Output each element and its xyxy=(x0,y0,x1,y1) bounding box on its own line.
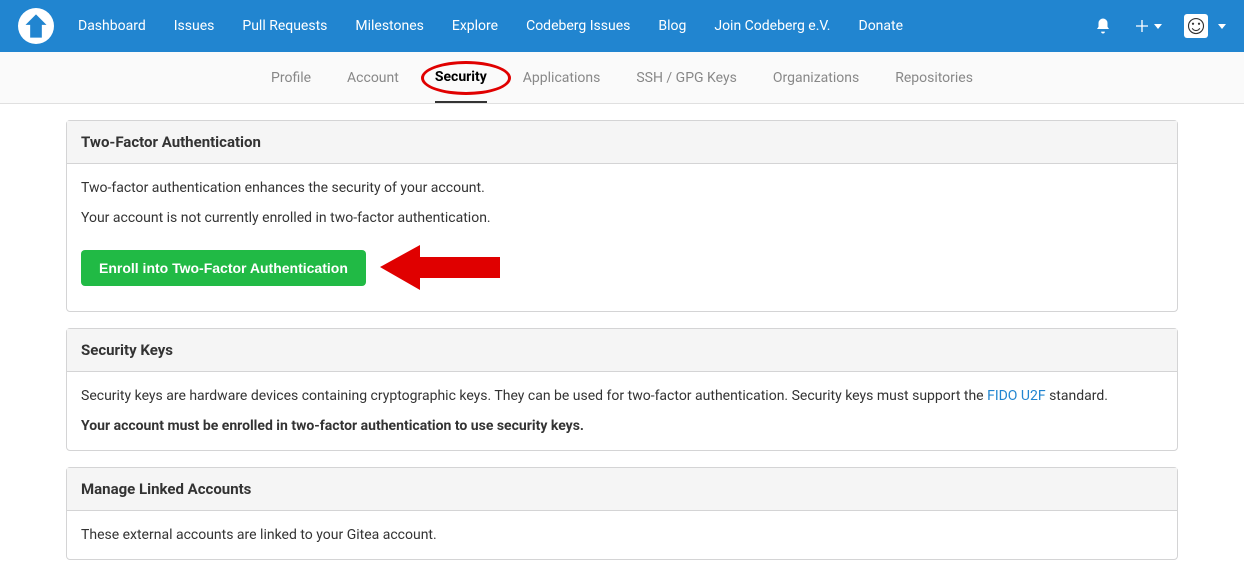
nav-donate[interactable]: Donate xyxy=(859,18,904,34)
nav-codeberg-issues[interactable]: Codeberg Issues xyxy=(526,18,630,34)
nav-dashboard[interactable]: Dashboard xyxy=(78,18,146,34)
panel-linked-accounts: Manage Linked Accounts These external ac… xyxy=(66,467,1178,560)
enroll-2fa-button[interactable]: Enroll into Two-Factor Authentication xyxy=(81,250,366,286)
keys-desc-before: Security keys are hardware devices conta… xyxy=(81,388,987,404)
panel-security-keys: Security Keys Security keys are hardware… xyxy=(66,328,1178,451)
panel-header: Manage Linked Accounts xyxy=(67,468,1177,511)
tab-profile[interactable]: Profile xyxy=(271,54,311,102)
panel-header: Security Keys xyxy=(67,329,1177,372)
panel-two-factor: Two-Factor Authentication Two-factor aut… xyxy=(66,120,1178,312)
nav-explore[interactable]: Explore xyxy=(452,18,498,34)
user-menu[interactable] xyxy=(1184,14,1226,38)
avatar xyxy=(1184,14,1208,38)
tabs-bar: Profile Account Security Applications SS… xyxy=(0,52,1244,104)
nav-issues[interactable]: Issues xyxy=(174,18,215,34)
arrow-annotation xyxy=(380,240,500,295)
panel-body: These external accounts are linked to yo… xyxy=(67,511,1177,559)
tab-organizations[interactable]: Organizations xyxy=(773,54,859,102)
nav-items: Dashboard Issues Pull Requests Milestone… xyxy=(78,18,903,34)
tab-security[interactable]: Security xyxy=(435,53,487,103)
twofa-desc-2: Your account is not currently enrolled i… xyxy=(81,210,1163,226)
twofa-desc-1: Two-factor authentication enhances the s… xyxy=(81,180,1163,196)
linked-desc: These external accounts are linked to yo… xyxy=(81,527,1163,543)
panel-body: Two-factor authentication enhances the s… xyxy=(67,164,1177,311)
caret-down-icon xyxy=(1154,24,1162,29)
tab-ssh-gpg[interactable]: SSH / GPG Keys xyxy=(636,54,737,102)
top-nav: Dashboard Issues Pull Requests Milestone… xyxy=(0,0,1244,52)
logo[interactable] xyxy=(18,8,54,44)
nav-blog[interactable]: Blog xyxy=(658,18,686,34)
caret-down-icon xyxy=(1218,24,1226,29)
content: Two-Factor Authentication Two-factor aut… xyxy=(58,120,1186,560)
nav-pull-requests[interactable]: Pull Requests xyxy=(242,18,327,34)
bell-icon[interactable] xyxy=(1094,17,1112,35)
nav-right xyxy=(1094,14,1226,38)
fido-u2f-link[interactable]: FIDO U2F xyxy=(987,388,1046,404)
nav-milestones[interactable]: Milestones xyxy=(355,18,424,34)
tab-repositories[interactable]: Repositories xyxy=(895,54,973,102)
panel-body: Security keys are hardware devices conta… xyxy=(67,372,1177,450)
keys-desc-after: standard. xyxy=(1046,388,1108,404)
panel-header: Two-Factor Authentication xyxy=(67,121,1177,164)
tab-label: Security xyxy=(435,69,487,85)
nav-join[interactable]: Join Codeberg e.V. xyxy=(714,18,830,34)
tab-applications[interactable]: Applications xyxy=(523,54,601,102)
create-menu[interactable] xyxy=(1134,18,1162,34)
keys-desc: Security keys are hardware devices conta… xyxy=(81,388,1163,404)
tab-account[interactable]: Account xyxy=(347,54,399,102)
keys-note: Your account must be enrolled in two-fac… xyxy=(81,418,1163,434)
